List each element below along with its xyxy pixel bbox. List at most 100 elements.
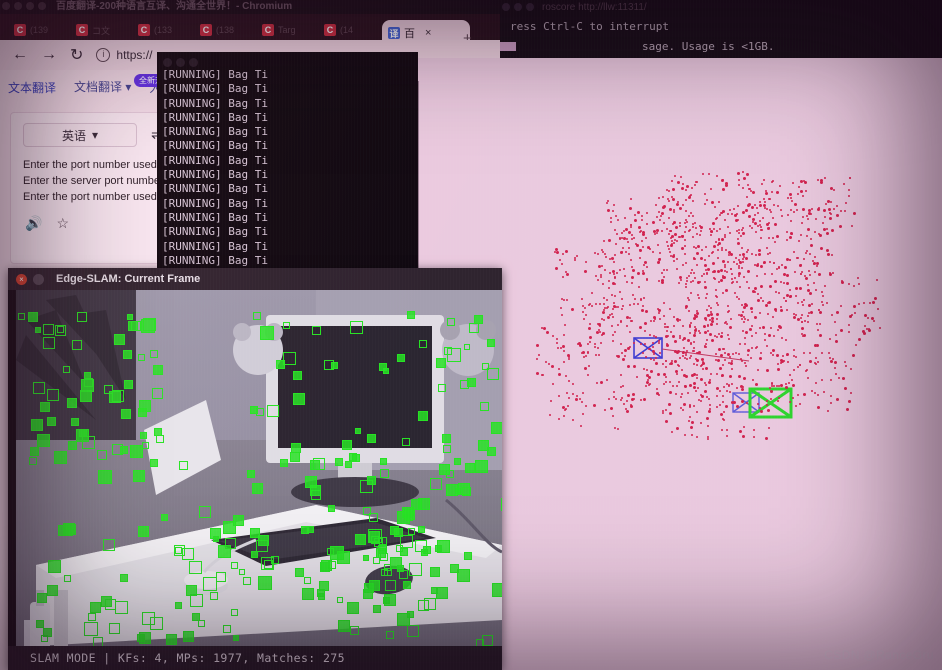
orb-keypoint xyxy=(71,340,82,351)
map-point xyxy=(575,254,578,257)
address-bar-url: https:// xyxy=(116,48,153,62)
map-point xyxy=(836,398,839,401)
map-point xyxy=(645,222,648,225)
map-point xyxy=(760,351,763,354)
speaker-icon[interactable]: 🔊 xyxy=(25,215,42,232)
orb-keypoint xyxy=(436,357,447,368)
map-point xyxy=(700,394,704,398)
map-point xyxy=(633,397,635,400)
orb-keypoint xyxy=(115,600,128,614)
map-point xyxy=(612,414,615,417)
forward-icon[interactable]: → xyxy=(41,46,57,64)
map-point xyxy=(802,215,804,218)
favorite-star-icon[interactable]: ☆ xyxy=(56,215,69,232)
map-point xyxy=(545,360,548,363)
window-close-icon[interactable] xyxy=(2,2,10,11)
map-point xyxy=(583,307,586,309)
nav-document-translate[interactable]: 文档翻译 ▾ xyxy=(74,80,131,94)
map-point xyxy=(643,329,646,332)
orb-keypoint xyxy=(363,554,370,561)
map-point xyxy=(737,231,740,234)
map-point xyxy=(871,301,875,304)
map-point xyxy=(830,229,834,233)
map-point xyxy=(654,361,658,365)
orb-keypoint xyxy=(259,326,274,340)
map-point xyxy=(863,324,866,327)
rosbag-terminal-window[interactable]: [RUNNING] Bag Ti [RUNNING] Bag Ti [RUNNING… xyxy=(157,52,418,274)
orb-keypoint xyxy=(318,592,326,600)
orb-keypoint xyxy=(87,612,96,621)
map-point xyxy=(640,215,643,218)
orb-keypoint xyxy=(360,480,374,494)
map-point xyxy=(634,297,637,300)
window-maximize-icon[interactable] xyxy=(526,3,534,12)
address-bar[interactable]: i https:// xyxy=(96,48,152,62)
map-point xyxy=(683,244,686,247)
map-point xyxy=(629,197,632,200)
window-menu-icon[interactable] xyxy=(38,2,46,11)
map-point xyxy=(829,213,832,216)
orb-keypoint xyxy=(290,452,301,462)
map-point xyxy=(663,382,666,385)
window-close-icon[interactable] xyxy=(502,3,510,12)
map-point xyxy=(555,338,558,340)
roscore-title: roscore http://llw:11311/ xyxy=(542,2,647,13)
orb-keypoint xyxy=(139,431,147,439)
map-point xyxy=(611,256,615,260)
window-minimize-icon[interactable] xyxy=(514,3,522,12)
camera-frame-view xyxy=(16,290,502,646)
map-point xyxy=(541,373,543,376)
map-point xyxy=(684,218,687,221)
orb-keypoint xyxy=(109,391,122,404)
orb-keypoint xyxy=(210,527,222,539)
map-point xyxy=(720,331,723,334)
browser-tab-6[interactable]: C (14 xyxy=(318,18,392,42)
map-point xyxy=(624,227,628,231)
minimize-icon[interactable] xyxy=(33,273,44,285)
orb-keypoint xyxy=(258,534,270,546)
map-point xyxy=(682,374,686,378)
back-icon[interactable]: ← xyxy=(12,46,28,64)
map-point xyxy=(599,341,602,344)
map-point xyxy=(679,176,682,179)
map-point xyxy=(731,277,734,280)
rosbag-line: [RUNNING] Bag Ti xyxy=(162,239,268,253)
reload-icon[interactable]: ↻ xyxy=(70,45,83,65)
map-point xyxy=(817,206,820,209)
map-point xyxy=(618,290,621,293)
roscore-terminal-window[interactable]: roscore http://llw:11311/ ress Ctrl-C to… xyxy=(500,0,942,62)
map-point xyxy=(685,280,688,283)
map-point xyxy=(701,368,704,371)
map-point xyxy=(779,309,783,313)
tab-close-icon[interactable]: × xyxy=(425,27,431,39)
close-icon[interactable]: × xyxy=(16,273,27,285)
map-point xyxy=(623,348,627,352)
edge-slam-current-frame-window[interactable]: × Edge-SLAM: Current Frame SLAM MODE | K… xyxy=(8,268,502,670)
map-point xyxy=(687,420,690,423)
window-maximize-icon[interactable] xyxy=(189,58,198,67)
source-language-select[interactable]: 英语 ▾ xyxy=(23,123,137,147)
map-point xyxy=(603,296,606,299)
map-point xyxy=(835,311,839,315)
map-point xyxy=(558,259,561,262)
map-point xyxy=(816,360,819,363)
site-info-icon[interactable]: i xyxy=(96,48,111,62)
window-minimize-icon[interactable] xyxy=(14,2,22,11)
map-point xyxy=(822,208,826,212)
map-point xyxy=(710,316,714,320)
map-point xyxy=(742,276,745,279)
map-point xyxy=(741,310,744,313)
map-point xyxy=(711,222,715,226)
map-point xyxy=(573,258,576,261)
window-minimize-icon[interactable] xyxy=(176,58,185,67)
window-close-icon[interactable] xyxy=(163,58,172,67)
window-maximize-icon[interactable] xyxy=(26,2,34,11)
orb-keypoint xyxy=(36,619,45,628)
map-point xyxy=(675,372,678,375)
map-point xyxy=(694,276,697,279)
map-point xyxy=(682,336,686,340)
map-point xyxy=(692,346,695,349)
orb-keypoint xyxy=(348,453,357,462)
nav-text-translate[interactable]: 文本翻译 xyxy=(8,79,56,96)
map-point xyxy=(725,322,728,325)
